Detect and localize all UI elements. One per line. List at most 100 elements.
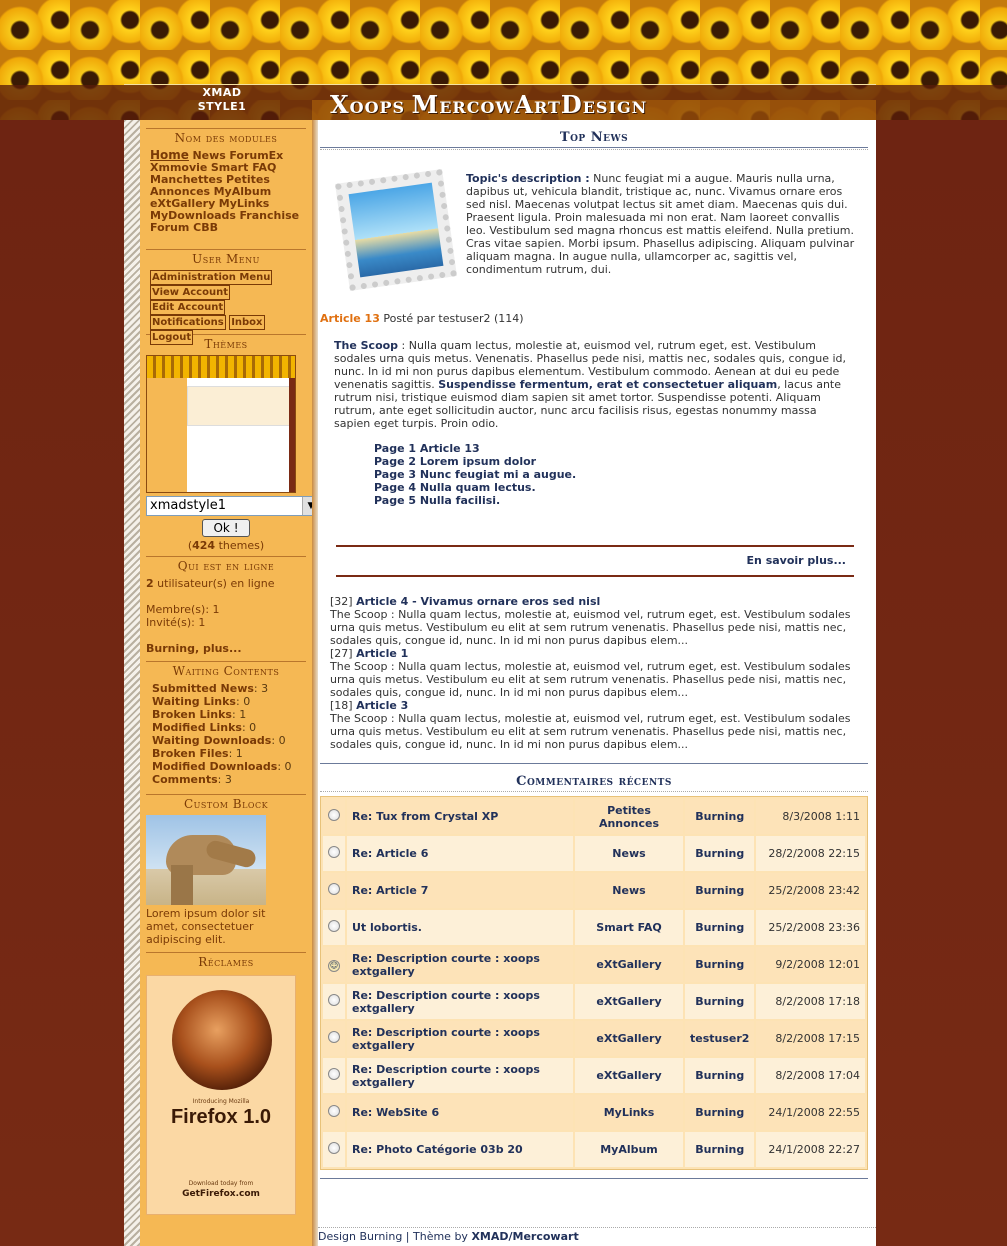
site-title[interactable]: XOOPS MERCOWARTDESIGN [330,90,647,119]
topic-description: Topic's description : Nunc feugiat mi a … [466,172,855,276]
table-row: Re: Article 6 News Burning 28/2/2008 22:15 [323,836,865,871]
page-link-2[interactable]: Page 2 Lorem ipsum dolor [374,455,868,468]
comment-user-link[interactable]: Burning [685,984,755,1019]
comment-title-link[interactable]: Re: Description courte : xoops extgaller… [347,984,573,1019]
waiting-broken-files[interactable]: Broken Files [152,747,229,760]
comment-user-link[interactable]: Burning [685,873,755,908]
table-row: ☺ Re: Description courte : xoops extgalle… [323,947,865,982]
comment-date: 24/1/2008 22:27 [756,1132,865,1167]
smile-icon: ☺ [328,959,340,972]
other-article-link[interactable]: Article 4 - Vivamus ornare eros sed nisl [356,595,600,608]
comment-date: 9/2/2008 12:01 [756,947,865,982]
theme-ok-button[interactable]: Ok ! [202,519,250,537]
user-menu-notifications[interactable]: Notifications [150,315,226,330]
comment-user-link[interactable]: Burning [685,1132,755,1167]
waiting-links[interactable]: Waiting Links [152,695,236,708]
comment-user-link[interactable]: Burning [685,1058,755,1093]
comment-user-link[interactable]: Burning [685,836,755,871]
comment-module-link[interactable]: eXtGallery [575,1058,683,1093]
comment-icon [328,809,340,821]
custom-block-title: Custom Block [146,794,306,811]
waiting-submitted-news[interactable]: Submitted News [152,682,254,695]
waiting-title: Waiting Contents [146,661,306,678]
comment-module-link[interactable]: eXtGallery [575,984,683,1019]
recent-comments-title: Commentaires récents [516,774,672,789]
article-title-link[interactable]: Article 13 [320,312,380,325]
theme-count: (424 themes) [187,539,265,552]
comment-title-link[interactable]: Re: Article 7 [347,873,573,908]
left-background [0,0,124,1246]
comment-module-link[interactable]: News [575,873,683,908]
waiting-downloads[interactable]: Waiting Downloads [152,734,271,747]
page-link-5[interactable]: Page 5 Nulla facilisi. [374,494,868,507]
comment-title-link[interactable]: Re: Tux from Crystal XP [347,799,573,834]
user-menu-view-account[interactable]: View Account [150,285,230,300]
waiting-modified-downloads[interactable]: Modified Downloads [152,760,277,773]
list-item: [18] Article 3 [330,699,409,712]
comment-icon [328,1142,340,1154]
page-link-1[interactable]: Page 1 Article 13 [374,442,868,455]
comment-module-link[interactable]: MyAlbum [575,1132,683,1167]
comment-title-link[interactable]: Re: Description courte : xoops extgaller… [347,1058,573,1093]
xmad-logo[interactable]: XMAD STYLE1 [186,86,258,114]
table-row: Re: Description courte : xoops extgaller… [323,984,865,1019]
comment-icon [328,1031,340,1043]
waiting-broken-links[interactable]: Broken Links [152,708,232,721]
table-row: Re: WebSite 6 MyLinks Burning 24/1/2008 22:… [323,1095,865,1130]
page-link-3[interactable]: Page 3 Nunc feugiat mi a augue. [374,468,868,481]
comment-title-link[interactable]: Re: WebSite 6 [347,1095,573,1130]
comment-date: 28/2/2008 22:15 [756,836,865,871]
comment-module-link[interactable]: Smart FAQ [575,910,683,945]
decorative-stripe [124,120,140,1246]
list-item: [32] Article 4 - Vivamus ornare eros sed… [330,595,601,608]
waiting-list: Submitted News: 3 Waiting Links: 0 Broke… [152,682,292,786]
footer: Design Burning | Thème by XMAD/Mercowart [318,1227,876,1243]
comment-icon [328,1105,340,1117]
topic-image [335,169,457,291]
waiting-comments[interactable]: Comments [152,773,218,786]
comment-icon [328,883,340,895]
module-home[interactable]: Home [150,148,189,162]
comment-module-link[interactable]: eXtGallery [575,1021,683,1056]
article-scoop: The Scoop : Nulla quam lectus, molestie … [334,339,847,430]
read-more-link[interactable]: En savoir plus... [747,554,846,567]
user-menu-logout[interactable]: Logout [150,330,194,345]
comment-user-link[interactable]: Burning [685,947,755,982]
comment-date: 8/2/2008 17:04 [756,1058,865,1093]
theme-select[interactable]: xmadstyle1 ▼ [146,496,320,516]
comment-title-link[interactable]: Re: Description courte : xoops extgaller… [347,1021,573,1056]
user-menu-admin[interactable]: Administration Menu [150,270,273,285]
theme-preview[interactable] [146,355,296,493]
other-article-link[interactable]: Article 3 [356,699,408,712]
other-article-link[interactable]: Article 1 [356,647,408,660]
comment-title-link[interactable]: Ut lobortis. [347,910,573,945]
user-menu-inbox[interactable]: Inbox [229,315,265,330]
user-menu-edit-account[interactable]: Edit Account [150,300,226,315]
comment-user-link[interactable]: testuser2 [685,1021,755,1056]
comment-title-link[interactable]: Re: Photo Catégorie 03b 20 [347,1132,573,1167]
online-more-link[interactable]: Burning, plus... [146,642,306,655]
right-background [876,0,1007,1246]
comment-user-link[interactable]: Burning [685,799,755,834]
table-row: Re: Tux from Crystal XP Petites Annonces B… [323,799,865,834]
modules-list: Home News ForumEx Xmmovie Smart FAQ Manc… [146,145,306,249]
footer-author-link[interactable]: XMAD/Mercowart [471,1230,578,1243]
module-forum-cbb[interactable]: Forum CBB [150,221,218,234]
page-link-4[interactable]: Page 4 Nulla quam lectus. [374,481,868,494]
comment-module-link[interactable]: MyLinks [575,1095,683,1130]
comment-title-link[interactable]: Re: Article 6 [347,836,573,871]
comment-module-link[interactable]: eXtGallery [575,947,683,982]
firefox-ad[interactable]: Introducing Mozilla Firefox 1.0 Download… [146,975,296,1215]
comment-module-link[interactable]: News [575,836,683,871]
comment-user-link[interactable]: Burning [685,910,755,945]
comment-module-link[interactable]: Petites Annonces [575,799,683,834]
article-pages: Page 1 Article 13 Page 2 Lorem ipsum dol… [320,430,868,507]
article-header: Article 13 Posté par testuser2 (114) [320,312,524,325]
comment-title-link[interactable]: Re: Description courte : xoops extgaller… [347,947,573,982]
waiting-modified-links[interactable]: Modified Links [152,721,242,734]
ads-title: Réclames [146,952,306,969]
comment-user-link[interactable]: Burning [685,1095,755,1130]
module-franchise[interactable]: Franchise [239,209,299,222]
other-articles: [32] Article 4 - Vivamus ornare eros sed… [320,577,860,751]
online-guests: Invité(s): 1 [146,616,206,629]
